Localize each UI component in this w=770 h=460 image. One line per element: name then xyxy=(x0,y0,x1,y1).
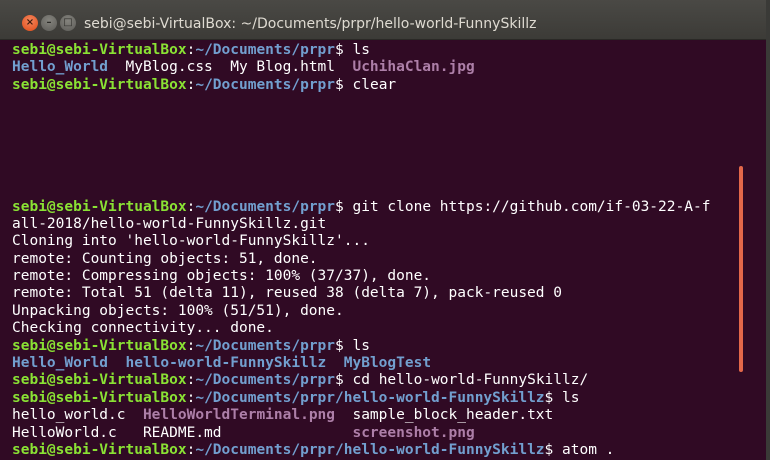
terminal-line: remote: Total 51 (delta 11), reused 38 (… xyxy=(12,285,745,302)
ls-directory: MyBlogTest xyxy=(343,355,432,372)
ls-file: HelloWorld.c README.md xyxy=(12,424,353,441)
ls-file xyxy=(326,355,343,371)
terminal-line: sebi@sebi-VirtualBox:~/Documents/prpr$ g… xyxy=(12,199,745,216)
command-text: git clone https://github.com/if-03-22-A-… xyxy=(352,198,711,215)
terminal-line: remote: Compressing objects: 100% (37/37… xyxy=(12,268,745,285)
command-text: cd hello-world-FunnySkillz/ xyxy=(352,372,589,389)
ls-file: MyBlog.css My Blog.html xyxy=(108,59,353,76)
prompt-path: ~/Documents/prpr/hello-world-FunnySkillz xyxy=(195,389,545,406)
prompt-symbol: $ xyxy=(544,389,563,406)
ls-image-file: UchihaClan.jpg xyxy=(352,59,475,76)
terminal-line: sebi@sebi-VirtualBox:~/Documents/prpr/he… xyxy=(12,442,745,459)
prompt-user: sebi@sebi-VirtualBox xyxy=(12,337,187,354)
prompt-symbol: $ xyxy=(335,337,353,354)
title-bar[interactable]: × – □ sebi@sebi-VirtualBox: ~/Documents/… xyxy=(0,0,770,40)
terminal-line: Checking connectivity... done. xyxy=(12,320,745,337)
terminal-line: sebi@sebi-VirtualBox:~/Documents/prpr$ c… xyxy=(12,77,745,94)
prompt-path: ~/Documents/prpr xyxy=(195,76,336,93)
terminal-line: sebi@sebi-VirtualBox:~/Documents/prpr$ l… xyxy=(12,338,745,355)
terminal-line: all-2018/hello-world-FunnySkillz.git xyxy=(12,216,745,233)
command-text: ls xyxy=(562,389,580,406)
window-border xyxy=(766,0,770,460)
minimize-button[interactable]: – xyxy=(41,15,57,31)
ls-image-file: screenshot.png xyxy=(352,424,475,441)
prompt-symbol: $ xyxy=(335,76,353,93)
output-text: all-2018/hello-world-FunnySkillz.git xyxy=(12,215,327,232)
terminal-line: remote: Counting objects: 51, done. xyxy=(12,251,745,268)
command-text: atom . xyxy=(562,441,615,458)
terminal-line: Hello_World hello-world-FunnySkillz MyBl… xyxy=(12,355,745,372)
ls-file: sample_block_header.txt xyxy=(335,407,554,424)
prompt-symbol: $ xyxy=(335,42,353,58)
maximize-icon: □ xyxy=(63,17,73,28)
terminal-line: sebi@sebi-VirtualBox:~/Documents/prpr$ c… xyxy=(12,372,745,389)
command-text: clear xyxy=(352,76,397,93)
ls-image-file: HelloWorldTerminal.png xyxy=(142,407,336,424)
output-text: remote: Total 51 (delta 11), reused 38 (… xyxy=(12,285,562,302)
prompt-path: ~/Documents/prpr xyxy=(195,42,336,58)
terminal-line: hello_world.c HelloWorldTerminal.png sam… xyxy=(12,407,745,424)
maximize-button[interactable]: □ xyxy=(60,15,76,31)
ls-file xyxy=(108,355,125,371)
terminal-line: HelloWorld.c README.md screenshot.png xyxy=(12,425,745,442)
prompt-path: ~/Documents/prpr xyxy=(195,372,336,389)
prompt-symbol: $ xyxy=(335,198,353,215)
terminal-line: sebi@sebi-VirtualBox:~/Documents/prpr/he… xyxy=(12,390,745,407)
scrollbar[interactable] xyxy=(739,166,743,372)
prompt-user: sebi@sebi-VirtualBox xyxy=(12,441,187,458)
terminal-output[interactable]: sebi@sebi-VirtualBox:~/Documents/prpr$ l… xyxy=(0,40,745,460)
window-title: sebi@sebi-VirtualBox: ~/Documents/prpr/h… xyxy=(84,16,537,32)
ls-directory: Hello_World xyxy=(12,59,109,76)
output-text: Unpacking objects: 100% (51/51), done. xyxy=(12,302,344,319)
terminal-line: sebi@sebi-VirtualBox:~/Documents/prpr$ l… xyxy=(12,42,745,59)
prompt-symbol: $ xyxy=(544,441,563,458)
output-text: Cloning into 'hello-world-FunnySkillz'..… xyxy=(12,233,370,250)
terminal-line: Unpacking objects: 100% (51/51), done. xyxy=(12,303,745,320)
output-text: remote: Counting objects: 51, done. xyxy=(12,250,318,267)
minimize-icon: – xyxy=(46,17,52,28)
prompt-user: sebi@sebi-VirtualBox xyxy=(12,42,187,58)
output-text: remote: Compressing objects: 100% (37/37… xyxy=(12,268,432,285)
ls-file: hello_world.c xyxy=(12,407,143,424)
output-text: Checking connectivity... done. xyxy=(12,320,274,337)
close-button[interactable]: × xyxy=(22,15,38,31)
prompt-symbol: $ xyxy=(335,372,353,389)
prompt-path: ~/Documents/prpr/hello-world-FunnySkillz xyxy=(195,441,545,458)
prompt-path: ~/Documents/prpr xyxy=(195,337,336,354)
prompt-user: sebi@sebi-VirtualBox xyxy=(12,389,187,406)
prompt-user: sebi@sebi-VirtualBox xyxy=(12,372,187,389)
terminal-line: Cloning into 'hello-world-FunnySkillz'..… xyxy=(12,233,745,250)
prompt-path: ~/Documents/prpr xyxy=(195,198,336,215)
ls-directory: hello-world-FunnySkillz xyxy=(125,355,327,372)
command-text: ls xyxy=(352,337,370,354)
command-text: ls xyxy=(352,42,370,58)
terminal-line: Hello_World MyBlog.css My Blog.html Uchi… xyxy=(12,59,745,76)
close-icon: × xyxy=(25,17,35,28)
prompt-user: sebi@sebi-VirtualBox xyxy=(12,198,187,215)
prompt-user: sebi@sebi-VirtualBox xyxy=(12,76,187,93)
terminal-window: × – □ sebi@sebi-VirtualBox: ~/Documents/… xyxy=(0,0,770,460)
ls-directory: Hello_World xyxy=(12,355,109,372)
